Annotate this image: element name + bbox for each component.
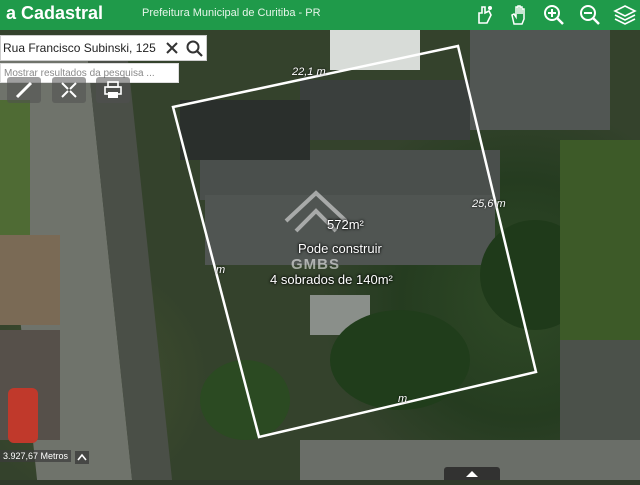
scale-toggle-button[interactable] <box>75 451 89 464</box>
search-box <box>0 35 207 61</box>
neighbor-roof-top <box>330 30 420 70</box>
zoom-in-icon[interactable] <box>542 3 566 27</box>
chevron-up-icon <box>77 453 87 461</box>
print-icon <box>104 81 122 98</box>
layers-icon[interactable] <box>613 3 637 27</box>
dimension-bottom: m <box>398 393 408 405</box>
app-header: a Cadastral Prefeitura Municipal de Curi… <box>0 0 640 30</box>
build-note-line1: Pode construir <box>298 241 382 256</box>
move-icon <box>61 82 77 98</box>
tree-bottom-left <box>200 360 290 440</box>
move-tool-button[interactable] <box>52 77 86 103</box>
clear-search-icon[interactable] <box>163 39 181 57</box>
scale-readout: 3.927,67 Metros <box>0 450 72 462</box>
parcel-area: 572m² <box>327 217 364 232</box>
pan-hand-icon[interactable] <box>507 3 531 27</box>
watermark-text: GMBS <box>291 256 340 273</box>
app-title: a Cadastral <box>6 3 104 23</box>
dimension-left: m <box>216 264 226 276</box>
build-note-line2: 4 sobrados de 140m² <box>270 272 393 287</box>
measure-tool-button[interactable] <box>7 77 41 103</box>
print-tool-button[interactable] <box>96 77 130 103</box>
search-icon[interactable] <box>185 39 205 59</box>
panel-toggle-button[interactable] <box>444 467 500 480</box>
neighbor-roof-left <box>0 235 60 325</box>
neighbor-roof-right <box>470 30 610 130</box>
chevron-up-icon <box>466 471 478 477</box>
address-search-input[interactable] <box>3 40 163 56</box>
org-name: Prefeitura Municipal de Curitiba - PR <box>142 7 321 19</box>
identify-hand-icon[interactable] <box>472 3 496 27</box>
measure-icon <box>15 81 33 99</box>
dimension-top: 22,1 m <box>292 66 326 78</box>
yard-right <box>560 140 640 340</box>
grass-strip <box>0 100 30 250</box>
roof-shadow <box>180 100 310 160</box>
red-car <box>8 388 38 443</box>
dimension-right: 25,6 m <box>472 198 506 210</box>
zoom-out-icon[interactable] <box>578 3 602 27</box>
roof-main-top <box>300 80 470 140</box>
right-lot-bottom <box>560 340 640 440</box>
